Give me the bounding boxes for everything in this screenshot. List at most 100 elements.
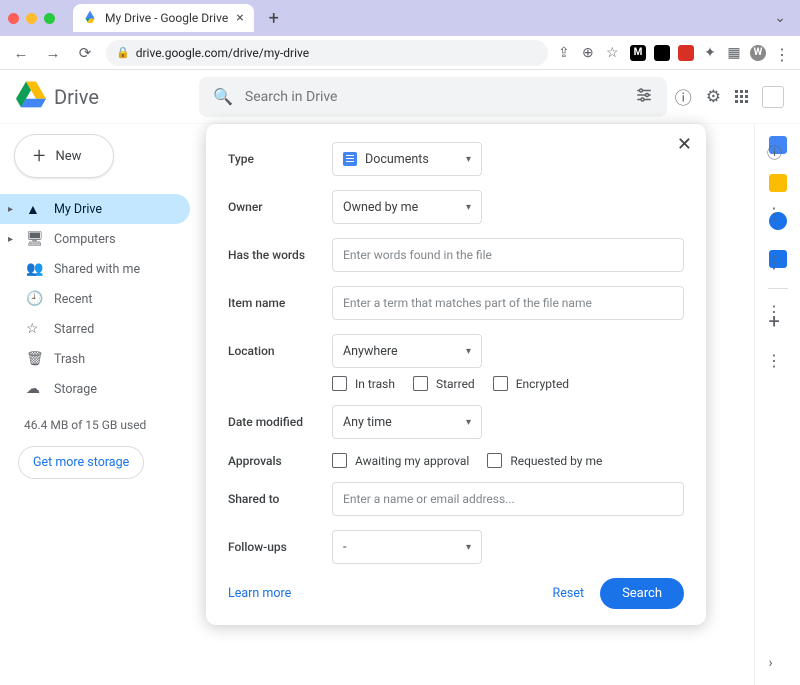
sidebar-item-trash[interactable]: 🗑 Trash [0, 344, 190, 374]
computer-icon: 🖥 [26, 231, 42, 247]
new-button[interactable]: + New [14, 134, 114, 178]
sidebar-item-label: Shared with me [54, 262, 140, 277]
has-words-input[interactable] [332, 238, 684, 272]
date-value: Any time [343, 415, 392, 430]
starred-checkbox[interactable]: Starred [413, 376, 475, 391]
sidebar-item-label: Computers [54, 232, 116, 247]
new-tab-button[interactable]: + [262, 6, 286, 30]
item-name-input[interactable] [332, 286, 684, 320]
extension-icon[interactable]: ▦ [726, 45, 742, 61]
profile-avatar[interactable]: W [750, 45, 766, 61]
caret-icon[interactable]: ▸ [8, 204, 13, 215]
filter-label-type: Type [228, 152, 332, 166]
apps-icon[interactable] [735, 90, 748, 103]
hide-panel-icon[interactable]: › [769, 655, 787, 673]
sidebar-item-recent[interactable]: 🕘 Recent [0, 284, 190, 314]
bookmark-icon[interactable]: ☆ [606, 45, 622, 61]
owner-dropdown[interactable]: Owned by me [332, 190, 482, 224]
more-icon[interactable]: ⋮ [766, 204, 782, 223]
learn-more-link[interactable]: Learn more [228, 586, 291, 601]
location-dropdown[interactable]: Anywhere [332, 334, 482, 368]
followups-dropdown[interactable]: - [332, 530, 482, 564]
keep-icon[interactable] [769, 174, 787, 192]
extension-row: ⇪ ⊕ ☆ M ✦ ▦ W ⋮ [558, 45, 790, 61]
filter-label-sharedto: Shared to [228, 492, 332, 506]
browser-tab[interactable]: My Drive - Google Drive × [73, 4, 254, 32]
filter-label-followups: Follow-ups [228, 540, 332, 554]
star-icon: ☆ [26, 321, 42, 337]
extensions-menu-icon[interactable]: ✦ [702, 45, 718, 61]
back-button[interactable]: ← [10, 44, 32, 62]
more-icon[interactable]: ⋮ [766, 253, 782, 272]
maximize-window-button[interactable] [44, 13, 55, 24]
date-dropdown[interactable]: Any time [332, 405, 482, 439]
drive-logo-icon [16, 80, 46, 114]
storage-usage-text: 46.4 MB of 15 GB used [24, 418, 190, 432]
get-storage-button[interactable]: Get more storage [18, 446, 144, 479]
filter-label-haswords: Has the words [228, 248, 332, 262]
close-window-button[interactable] [8, 13, 19, 24]
forward-button[interactable]: → [42, 44, 64, 62]
minimize-window-button[interactable] [26, 13, 37, 24]
extension-icon[interactable]: M [630, 45, 646, 61]
sidebar-item-label: Recent [54, 292, 93, 307]
tab-overflow-icon[interactable]: ⌄ [768, 10, 792, 26]
window-controls [8, 13, 55, 24]
settings-icon[interactable]: ⚙ [706, 87, 721, 107]
sidebar-item-storage[interactable]: ☁ Storage [0, 374, 190, 404]
drive-logo-text: Drive [54, 85, 99, 109]
extension-icon[interactable] [678, 45, 694, 61]
filter-label-location: Location [228, 344, 332, 358]
drive-favicon-icon [83, 10, 97, 27]
type-dropdown[interactable]: Documents [332, 142, 482, 176]
app-header: Drive 🔍 ⓘ ⚙ [0, 70, 800, 124]
overflow-menus: ⋮ ⋮ ⋮ ⋮ [766, 204, 782, 370]
sidebar-item-computers[interactable]: ▸ 🖥 Computers [0, 224, 190, 254]
cloud-icon: ☁ [26, 381, 42, 397]
followups-value: - [343, 540, 346, 555]
help-icon[interactable]: ⓘ [675, 84, 692, 109]
sidebar: + New ▸ ▲ My Drive ▸ 🖥 Computers 👥 Share… [0, 124, 200, 685]
requested-by-me-checkbox[interactable]: Requested by me [487, 453, 602, 468]
sidebar-item-label: My Drive [54, 202, 102, 217]
owner-value: Owned by me [343, 200, 418, 215]
sidebar-item-label: Trash [54, 352, 85, 367]
account-icon[interactable] [762, 86, 784, 108]
trash-icon: 🗑 [26, 351, 42, 367]
search-icon: 🔍 [213, 87, 233, 106]
more-icon[interactable]: ⋮ [766, 351, 782, 370]
content-area: ⓘ ⋮ ⋮ ⋮ ⋮ ✕ Type Documents Owner [200, 124, 754, 685]
browser-menu-icon[interactable]: ⋮ [774, 45, 790, 61]
shared-to-input[interactable] [332, 482, 684, 516]
header-actions: ⓘ ⚙ [675, 84, 784, 109]
in-trash-checkbox[interactable]: In trash [332, 376, 395, 391]
filter-label-approvals: Approvals [228, 454, 332, 468]
details-icon[interactable]: ⓘ [767, 142, 782, 163]
new-button-label: New [55, 149, 81, 164]
type-value: Documents [365, 152, 429, 167]
extension-icon[interactable] [654, 45, 670, 61]
tab-title: My Drive - Google Drive [105, 11, 228, 25]
share-icon[interactable]: ⇪ [558, 45, 574, 61]
search-input[interactable] [245, 89, 623, 105]
drive-logo[interactable]: Drive [16, 80, 191, 114]
location-value: Anywhere [343, 344, 398, 359]
search-button[interactable]: Search [600, 578, 684, 609]
close-icon[interactable]: ✕ [677, 134, 692, 155]
more-icon[interactable]: ⋮ [766, 302, 782, 321]
reset-button[interactable]: Reset [553, 586, 585, 601]
search-bar[interactable]: 🔍 [199, 77, 667, 117]
sidebar-item-my-drive[interactable]: ▸ ▲ My Drive [0, 194, 190, 224]
main-content: + New ▸ ▲ My Drive ▸ 🖥 Computers 👥 Share… [0, 124, 800, 685]
sidebar-item-starred[interactable]: ☆ Starred [0, 314, 190, 344]
sidebar-item-shared[interactable]: 👥 Shared with me [0, 254, 190, 284]
advanced-search-panel: ✕ Type Documents Owner Owned by me [206, 124, 706, 625]
search-options-icon[interactable] [635, 86, 653, 108]
encrypted-checkbox[interactable]: Encrypted [493, 376, 569, 391]
install-icon[interactable]: ⊕ [582, 45, 598, 61]
awaiting-approval-checkbox[interactable]: Awaiting my approval [332, 453, 469, 468]
reload-button[interactable]: ⟳ [74, 44, 96, 62]
close-tab-icon[interactable]: × [236, 10, 243, 26]
caret-icon[interactable]: ▸ [8, 234, 13, 245]
address-bar[interactable]: 🔒 drive.google.com/drive/my-drive [106, 40, 548, 66]
